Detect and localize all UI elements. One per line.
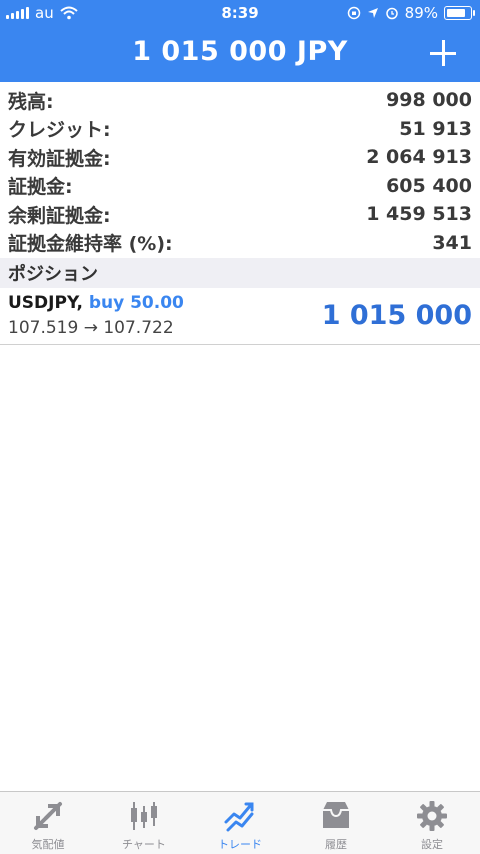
account-row-label: 証拠金維持率 (%): (8, 233, 173, 256)
account-row-value: 2 064 913 (366, 146, 472, 169)
position-prices: 107.519 → 107.722 (8, 318, 174, 338)
position-symbol: USDJPY, (8, 293, 83, 313)
account-row: 余剰証拠金: 1 459 513 (0, 200, 480, 229)
account-summary: 残高: 998 000 クレジット: 51 913 有効証拠金: 2 064 913 証拠金… (0, 86, 480, 257)
alarm-icon (385, 7, 398, 20)
account-row: 証拠金維持率 (%): 341 (0, 229, 480, 258)
account-row-value: 1 459 513 (366, 203, 472, 226)
battery-icon (444, 6, 475, 20)
account-row: 残高: 998 000 (0, 86, 480, 115)
rotation-lock-icon (347, 6, 360, 20)
account-row-value: 605 400 (386, 174, 472, 197)
account-row-label: 有効証拠金: (8, 147, 111, 170)
account-row-value: 51 913 (399, 117, 472, 140)
account-row-label: クレジット: (8, 119, 111, 142)
account-row: 証拠金: 605 400 (0, 172, 480, 201)
account-row-label: 残高: (8, 90, 54, 113)
positions-section-title: ポジション (8, 264, 98, 285)
tab-chart[interactable]: チャート (96, 792, 192, 854)
account-row: クレジット: 51 913 (0, 115, 480, 144)
quotes-icon (34, 802, 62, 830)
top-bar: au 8:39 89% 1 015 000 JPY (0, 0, 480, 82)
add-order-button[interactable] (428, 38, 458, 68)
position-direction: buy 50.00 (88, 293, 184, 313)
trade-icon (224, 802, 254, 832)
tab-trade[interactable]: トレード (192, 792, 288, 854)
settings-icon (417, 801, 447, 831)
positions-section-header: ポジション (0, 258, 480, 288)
account-row-label: 余剰証拠金: (8, 204, 111, 227)
battery-fill (447, 9, 465, 17)
position-symbol-line: USDJPY, buy 50.00 (8, 293, 184, 313)
account-row-value: 998 000 (386, 89, 472, 112)
status-bar: au 8:39 89% (0, 0, 480, 28)
position-profit: 1 015 000 (321, 300, 472, 331)
battery-percent: 89% (404, 4, 438, 22)
tab-settings[interactable]: 設定 (384, 792, 480, 854)
account-row: 有効証拠金: 2 064 913 (0, 143, 480, 172)
status-right: 89% (347, 4, 475, 22)
tab-label: チャート (122, 838, 166, 851)
position-row[interactable]: USDJPY, buy 50.00 107.519 → 107.722 1 01… (0, 288, 480, 345)
chart-icon (131, 802, 157, 830)
tab-label: 設定 (421, 838, 443, 851)
location-icon (367, 8, 378, 18)
account-row-label: 証拠金: (8, 176, 73, 199)
tab-label: トレード (218, 838, 262, 851)
account-row-value: 341 (432, 231, 472, 254)
tab-label: 履歴 (325, 838, 347, 851)
tab-bar: 気配値 チャート トレード 履歴 設定 (0, 791, 480, 854)
tab-history[interactable]: 履歴 (288, 792, 384, 854)
tab-quotes[interactable]: 気配値 (0, 792, 96, 854)
tab-label: 気配値 (31, 838, 65, 851)
page-title: 1 015 000 JPY (132, 36, 348, 67)
history-icon (323, 802, 349, 828)
app-screen: au 8:39 89% 1 015 000 JPY 残高: 998 000 クレ… (0, 0, 480, 854)
